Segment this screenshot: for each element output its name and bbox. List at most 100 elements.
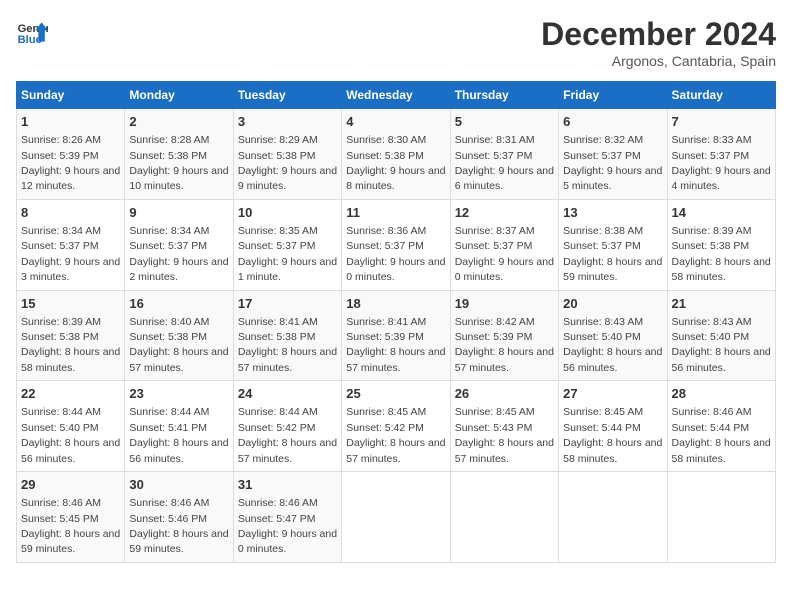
day-info: Sunrise: 8:42 AMSunset: 5:39 PMDaylight:… [455, 316, 554, 374]
weekday-header-sunday: Sunday [17, 82, 125, 109]
day-number: 11 [346, 204, 445, 222]
day-info: Sunrise: 8:38 AMSunset: 5:37 PMDaylight:… [563, 225, 662, 283]
day-info: Sunrise: 8:41 AMSunset: 5:38 PMDaylight:… [238, 316, 337, 374]
weekday-header-wednesday: Wednesday [342, 82, 450, 109]
weekday-header-monday: Monday [125, 82, 233, 109]
calendar-cell: 2 Sunrise: 8:28 AMSunset: 5:38 PMDayligh… [125, 109, 233, 200]
day-info: Sunrise: 8:28 AMSunset: 5:38 PMDaylight:… [129, 134, 228, 192]
day-number: 29 [21, 476, 120, 494]
calendar-cell [450, 472, 558, 563]
day-info: Sunrise: 8:46 AMSunset: 5:44 PMDaylight:… [672, 406, 771, 464]
day-number: 25 [346, 385, 445, 403]
day-number: 4 [346, 113, 445, 131]
calendar-cell: 1 Sunrise: 8:26 AMSunset: 5:39 PMDayligh… [17, 109, 125, 200]
day-info: Sunrise: 8:41 AMSunset: 5:39 PMDaylight:… [346, 316, 445, 374]
day-number: 1 [21, 113, 120, 131]
day-info: Sunrise: 8:34 AMSunset: 5:37 PMDaylight:… [129, 225, 228, 283]
calendar-cell: 19 Sunrise: 8:42 AMSunset: 5:39 PMDaylig… [450, 290, 558, 381]
day-info: Sunrise: 8:46 AMSunset: 5:47 PMDaylight:… [238, 497, 337, 555]
day-info: Sunrise: 8:44 AMSunset: 5:41 PMDaylight:… [129, 406, 228, 464]
calendar-table: SundayMondayTuesdayWednesdayThursdayFrid… [16, 81, 776, 563]
calendar-cell: 7 Sunrise: 8:33 AMSunset: 5:37 PMDayligh… [667, 109, 775, 200]
day-number: 7 [672, 113, 771, 131]
day-number: 9 [129, 204, 228, 222]
day-info: Sunrise: 8:43 AMSunset: 5:40 PMDaylight:… [563, 316, 662, 374]
day-number: 3 [238, 113, 337, 131]
day-number: 22 [21, 385, 120, 403]
day-number: 30 [129, 476, 228, 494]
day-info: Sunrise: 8:45 AMSunset: 5:43 PMDaylight:… [455, 406, 554, 464]
day-info: Sunrise: 8:35 AMSunset: 5:37 PMDaylight:… [238, 225, 337, 283]
calendar-cell [559, 472, 667, 563]
calendar-cell: 21 Sunrise: 8:43 AMSunset: 5:40 PMDaylig… [667, 290, 775, 381]
day-number: 28 [672, 385, 771, 403]
day-info: Sunrise: 8:37 AMSunset: 5:37 PMDaylight:… [455, 225, 554, 283]
day-info: Sunrise: 8:30 AMSunset: 5:38 PMDaylight:… [346, 134, 445, 192]
day-number: 26 [455, 385, 554, 403]
day-number: 20 [563, 295, 662, 313]
calendar-cell: 4 Sunrise: 8:30 AMSunset: 5:38 PMDayligh… [342, 109, 450, 200]
day-number: 12 [455, 204, 554, 222]
day-info: Sunrise: 8:34 AMSunset: 5:37 PMDaylight:… [21, 225, 120, 283]
weekday-header-saturday: Saturday [667, 82, 775, 109]
calendar-cell: 25 Sunrise: 8:45 AMSunset: 5:42 PMDaylig… [342, 381, 450, 472]
calendar-cell [667, 472, 775, 563]
weekday-header-thursday: Thursday [450, 82, 558, 109]
calendar-cell: 22 Sunrise: 8:44 AMSunset: 5:40 PMDaylig… [17, 381, 125, 472]
day-info: Sunrise: 8:36 AMSunset: 5:37 PMDaylight:… [346, 225, 445, 283]
calendar-cell: 6 Sunrise: 8:32 AMSunset: 5:37 PMDayligh… [559, 109, 667, 200]
day-number: 2 [129, 113, 228, 131]
calendar-cell: 15 Sunrise: 8:39 AMSunset: 5:38 PMDaylig… [17, 290, 125, 381]
day-info: Sunrise: 8:45 AMSunset: 5:42 PMDaylight:… [346, 406, 445, 464]
day-number: 6 [563, 113, 662, 131]
calendar-cell: 17 Sunrise: 8:41 AMSunset: 5:38 PMDaylig… [233, 290, 341, 381]
day-info: Sunrise: 8:39 AMSunset: 5:38 PMDaylight:… [21, 316, 120, 374]
day-number: 16 [129, 295, 228, 313]
day-number: 19 [455, 295, 554, 313]
calendar-cell [342, 472, 450, 563]
calendar-cell: 12 Sunrise: 8:37 AMSunset: 5:37 PMDaylig… [450, 199, 558, 290]
calendar-cell: 24 Sunrise: 8:44 AMSunset: 5:42 PMDaylig… [233, 381, 341, 472]
calendar-week-row: 8 Sunrise: 8:34 AMSunset: 5:37 PMDayligh… [17, 199, 776, 290]
day-info: Sunrise: 8:44 AMSunset: 5:40 PMDaylight:… [21, 406, 120, 464]
weekday-header-tuesday: Tuesday [233, 82, 341, 109]
day-number: 31 [238, 476, 337, 494]
day-number: 18 [346, 295, 445, 313]
calendar-cell: 16 Sunrise: 8:40 AMSunset: 5:38 PMDaylig… [125, 290, 233, 381]
day-info: Sunrise: 8:29 AMSunset: 5:38 PMDaylight:… [238, 134, 337, 192]
day-info: Sunrise: 8:46 AMSunset: 5:45 PMDaylight:… [21, 497, 120, 555]
calendar-cell: 14 Sunrise: 8:39 AMSunset: 5:38 PMDaylig… [667, 199, 775, 290]
day-number: 23 [129, 385, 228, 403]
day-number: 21 [672, 295, 771, 313]
day-number: 27 [563, 385, 662, 403]
weekday-header-row: SundayMondayTuesdayWednesdayThursdayFrid… [17, 82, 776, 109]
day-info: Sunrise: 8:31 AMSunset: 5:37 PMDaylight:… [455, 134, 554, 192]
calendar-week-row: 29 Sunrise: 8:46 AMSunset: 5:45 PMDaylig… [17, 472, 776, 563]
calendar-cell: 30 Sunrise: 8:46 AMSunset: 5:46 PMDaylig… [125, 472, 233, 563]
day-number: 24 [238, 385, 337, 403]
day-info: Sunrise: 8:46 AMSunset: 5:46 PMDaylight:… [129, 497, 228, 555]
calendar-cell: 9 Sunrise: 8:34 AMSunset: 5:37 PMDayligh… [125, 199, 233, 290]
calendar-cell: 26 Sunrise: 8:45 AMSunset: 5:43 PMDaylig… [450, 381, 558, 472]
day-number: 10 [238, 204, 337, 222]
calendar-cell: 31 Sunrise: 8:46 AMSunset: 5:47 PMDaylig… [233, 472, 341, 563]
day-info: Sunrise: 8:26 AMSunset: 5:39 PMDaylight:… [21, 134, 120, 192]
calendar-cell: 10 Sunrise: 8:35 AMSunset: 5:37 PMDaylig… [233, 199, 341, 290]
calendar-cell: 8 Sunrise: 8:34 AMSunset: 5:37 PMDayligh… [17, 199, 125, 290]
calendar-cell: 27 Sunrise: 8:45 AMSunset: 5:44 PMDaylig… [559, 381, 667, 472]
day-info: Sunrise: 8:45 AMSunset: 5:44 PMDaylight:… [563, 406, 662, 464]
day-info: Sunrise: 8:40 AMSunset: 5:38 PMDaylight:… [129, 316, 228, 374]
calendar-week-row: 1 Sunrise: 8:26 AMSunset: 5:39 PMDayligh… [17, 109, 776, 200]
day-info: Sunrise: 8:33 AMSunset: 5:37 PMDaylight:… [672, 134, 771, 192]
day-number: 5 [455, 113, 554, 131]
logo-icon: General Blue [16, 16, 48, 48]
calendar-cell: 11 Sunrise: 8:36 AMSunset: 5:37 PMDaylig… [342, 199, 450, 290]
day-info: Sunrise: 8:44 AMSunset: 5:42 PMDaylight:… [238, 406, 337, 464]
day-info: Sunrise: 8:32 AMSunset: 5:37 PMDaylight:… [563, 134, 662, 192]
day-number: 13 [563, 204, 662, 222]
day-number: 17 [238, 295, 337, 313]
logo: General Blue [16, 16, 48, 48]
calendar-cell: 13 Sunrise: 8:38 AMSunset: 5:37 PMDaylig… [559, 199, 667, 290]
calendar-cell: 23 Sunrise: 8:44 AMSunset: 5:41 PMDaylig… [125, 381, 233, 472]
calendar-cell: 18 Sunrise: 8:41 AMSunset: 5:39 PMDaylig… [342, 290, 450, 381]
